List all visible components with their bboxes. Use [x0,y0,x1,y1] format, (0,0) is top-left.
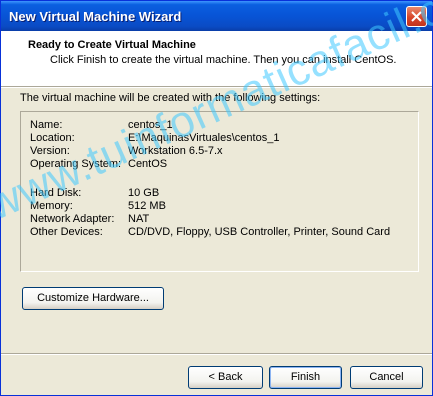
setting-value: Workstation 6.5-7.x [128,145,223,157]
page-title: Ready to Create Virtual Machine [28,39,196,51]
setting-value: NAT [128,213,150,225]
finish-button[interactable]: Finish [269,366,342,389]
wizard-window: New Virtual Machine Wizard Ready to Crea… [0,0,433,396]
cancel-button[interactable]: Cancel [350,366,423,389]
footer-divider [1,353,432,355]
setting-value: 10 GB [128,187,160,199]
page-subtitle: Click Finish to create the virtual machi… [50,54,397,66]
settings-summary-box: Name: centos_1 Location: E:\MaquinasVirt… [20,111,419,272]
customize-hardware-button[interactable]: Customize Hardware... [22,287,164,310]
setting-label: Network Adapter: [30,213,115,225]
close-button[interactable] [406,6,427,27]
setting-value: E:\MaquinasVirtuales\centos_1 [128,132,280,144]
title-bar[interactable]: New Virtual Machine Wizard [1,1,432,31]
wizard-header: Ready to Create Virtual Machine Click Fi… [1,31,432,86]
window-title: New Virtual Machine Wizard [9,9,182,24]
setting-label: Memory: [30,200,73,212]
settings-intro: The virtual machine will be created with… [20,92,321,104]
setting-label: Other Devices: [30,226,103,238]
header-divider [1,86,432,88]
back-button[interactable]: < Back [188,366,263,389]
setting-label: Name: [30,119,63,131]
setting-value: centos_1 [128,119,173,131]
setting-value: 512 MB [128,200,166,212]
setting-label: Hard Disk: [30,187,82,199]
setting-label: Location: [30,132,75,144]
setting-label: Operating System: [30,158,122,170]
setting-label: Version: [30,145,70,157]
setting-value: CD/DVD, Floppy, USB Controller, Printer,… [128,226,391,238]
close-icon [411,11,422,22]
setting-value: CentOS [128,158,168,170]
